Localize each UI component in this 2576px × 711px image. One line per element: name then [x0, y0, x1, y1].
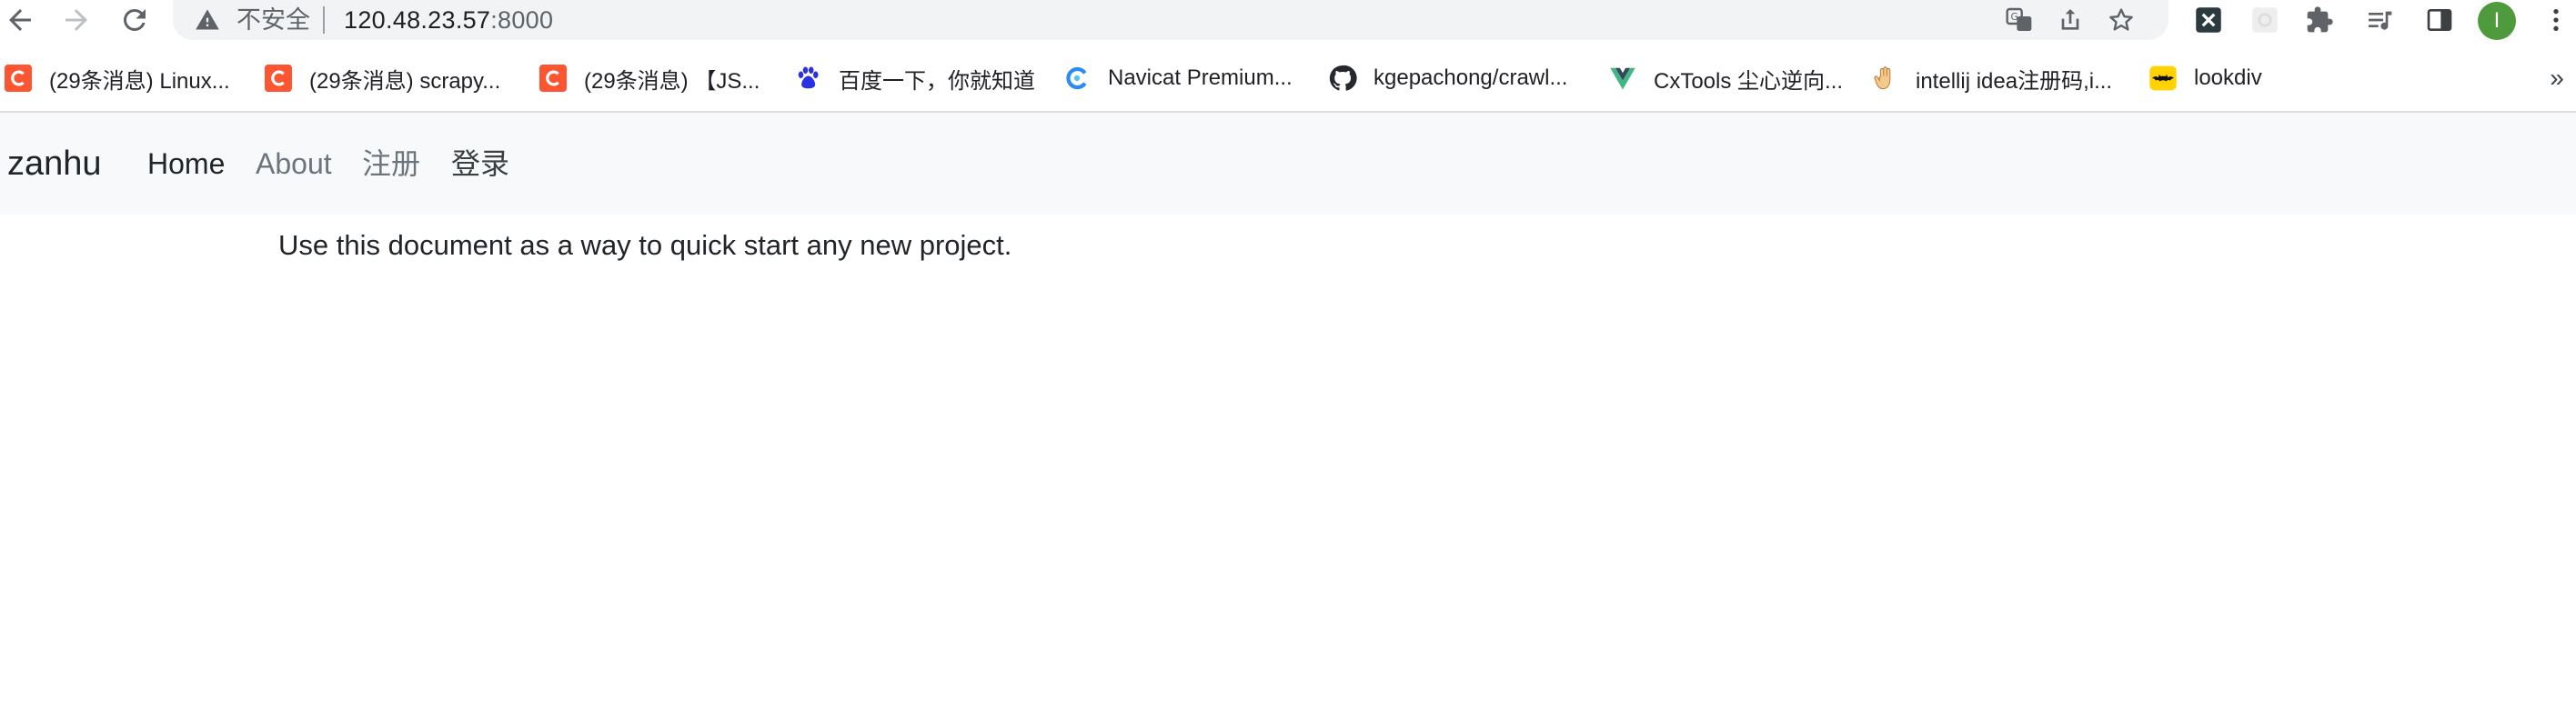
share-icon — [2061, 9, 2079, 30]
bookmark-label: 百度一下，你就知道 — [839, 68, 1035, 94]
bookmarks-overflow-button[interactable]: » — [2543, 58, 2571, 98]
divider — [323, 6, 325, 34]
navicat-icon — [1062, 64, 1092, 93]
share-button[interactable] — [2054, 4, 2087, 36]
github-icon — [1328, 64, 1357, 93]
back-button[interactable] — [0, 0, 40, 40]
bookmark-item[interactable]: 百度一下，你就知道 — [793, 58, 1035, 98]
reload-icon — [123, 8, 146, 31]
bookmark-label: Navicat Premium... — [1108, 65, 1293, 90]
bookmarks-bar: (29条消息) Linux... (29条消息) scrapy... (29条消… — [0, 58, 2576, 98]
baidu-paw-icon — [793, 64, 822, 93]
translate-button[interactable]: G — [2003, 4, 2036, 36]
brand-link[interactable]: zanhu — [7, 142, 102, 185]
bookmark-item[interactable]: (29条消息) 【JS... — [538, 58, 760, 98]
puzzle-icon — [2307, 6, 2333, 33]
bookmark-label: intellij idea注册码,i... — [1916, 68, 2113, 94]
csdn-icon — [264, 64, 293, 93]
bookmark-item[interactable]: (29条消息) scrapy... — [264, 58, 500, 98]
security-label[interactable]: 不安全 — [236, 5, 310, 35]
bookmark-item[interactable]: lookdiv — [2148, 58, 2262, 98]
side-panel-button[interactable] — [2423, 4, 2456, 36]
bookmark-item[interactable]: intellij idea注册码,i... — [1870, 58, 2112, 98]
nav-register-link[interactable]: 注册 — [362, 144, 420, 184]
url-text[interactable]: 120.48.23.57:8000 — [344, 5, 553, 35]
url-port: :8000 — [490, 6, 554, 34]
forward-button[interactable] — [56, 0, 96, 40]
extensions-button[interactable] — [2303, 4, 2336, 36]
bookmark-item[interactable]: CxTools 尘心逆向... — [1608, 58, 1843, 98]
x-extension-button[interactable] — [2192, 4, 2225, 36]
csdn-icon — [538, 64, 568, 93]
arrow-right-icon — [65, 9, 87, 31]
bookmark-star-button[interactable] — [2105, 4, 2138, 36]
blank-extension-button[interactable] — [2249, 4, 2281, 36]
blank-extension-icon — [2252, 7, 2278, 33]
vue-icon — [1608, 64, 1637, 93]
bookmark-label: lookdiv — [2194, 65, 2262, 90]
nav-home-link[interactable]: Home — [147, 144, 225, 184]
arrow-left-icon — [9, 9, 31, 31]
browser-toolbar: 不安全 120.48.23.57:8000 G I — [0, 0, 2576, 40]
nav-login-link[interactable]: 登录 — [451, 144, 509, 184]
address-bar[interactable]: 不安全 120.48.23.57:8000 G — [173, 0, 2168, 40]
nav-about-link[interactable]: About — [256, 144, 332, 184]
bookmark-label: (29条消息) 【JS... — [584, 68, 760, 94]
reading-list-button[interactable] — [2363, 4, 2396, 36]
bookmark-label: (29条消息) scrapy... — [309, 68, 501, 94]
svg-text:G: G — [2011, 11, 2018, 23]
warning-triangle-icon — [196, 9, 219, 30]
profile-avatar[interactable]: I — [2478, 2, 2516, 40]
bookmark-label: kgepachong/crawl... — [1374, 65, 1568, 90]
x-extension-icon — [2196, 7, 2221, 33]
star-icon — [2109, 8, 2133, 31]
bookmark-item[interactable]: kgepachong/crawl... — [1328, 58, 1567, 98]
bookmark-item[interactable]: Navicat Premium... — [1062, 58, 1293, 98]
lead-text: Use this document as a way to quick star… — [278, 229, 1012, 261]
site-navbar: zanhu Home About 注册 登录 — [0, 113, 2576, 215]
bookmark-label: (29条消息) Linux... — [49, 68, 230, 94]
bookmark-item[interactable]: (29条消息) Linux... — [4, 58, 230, 98]
translate-icon: G — [2006, 7, 2032, 31]
hand-icon — [1870, 64, 1899, 93]
kebab-menu-icon — [2553, 9, 2559, 31]
side-panel-icon — [2427, 9, 2452, 31]
reload-button[interactable] — [115, 0, 155, 40]
batman-icon — [2148, 64, 2178, 93]
url-host: 120.48.23.57 — [344, 6, 491, 34]
browser-menu-button[interactable] — [2540, 4, 2572, 36]
bookmark-label: CxTools 尘心逆向... — [1654, 68, 1844, 94]
reading-list-icon — [2369, 11, 2392, 30]
csdn-icon — [4, 64, 33, 93]
